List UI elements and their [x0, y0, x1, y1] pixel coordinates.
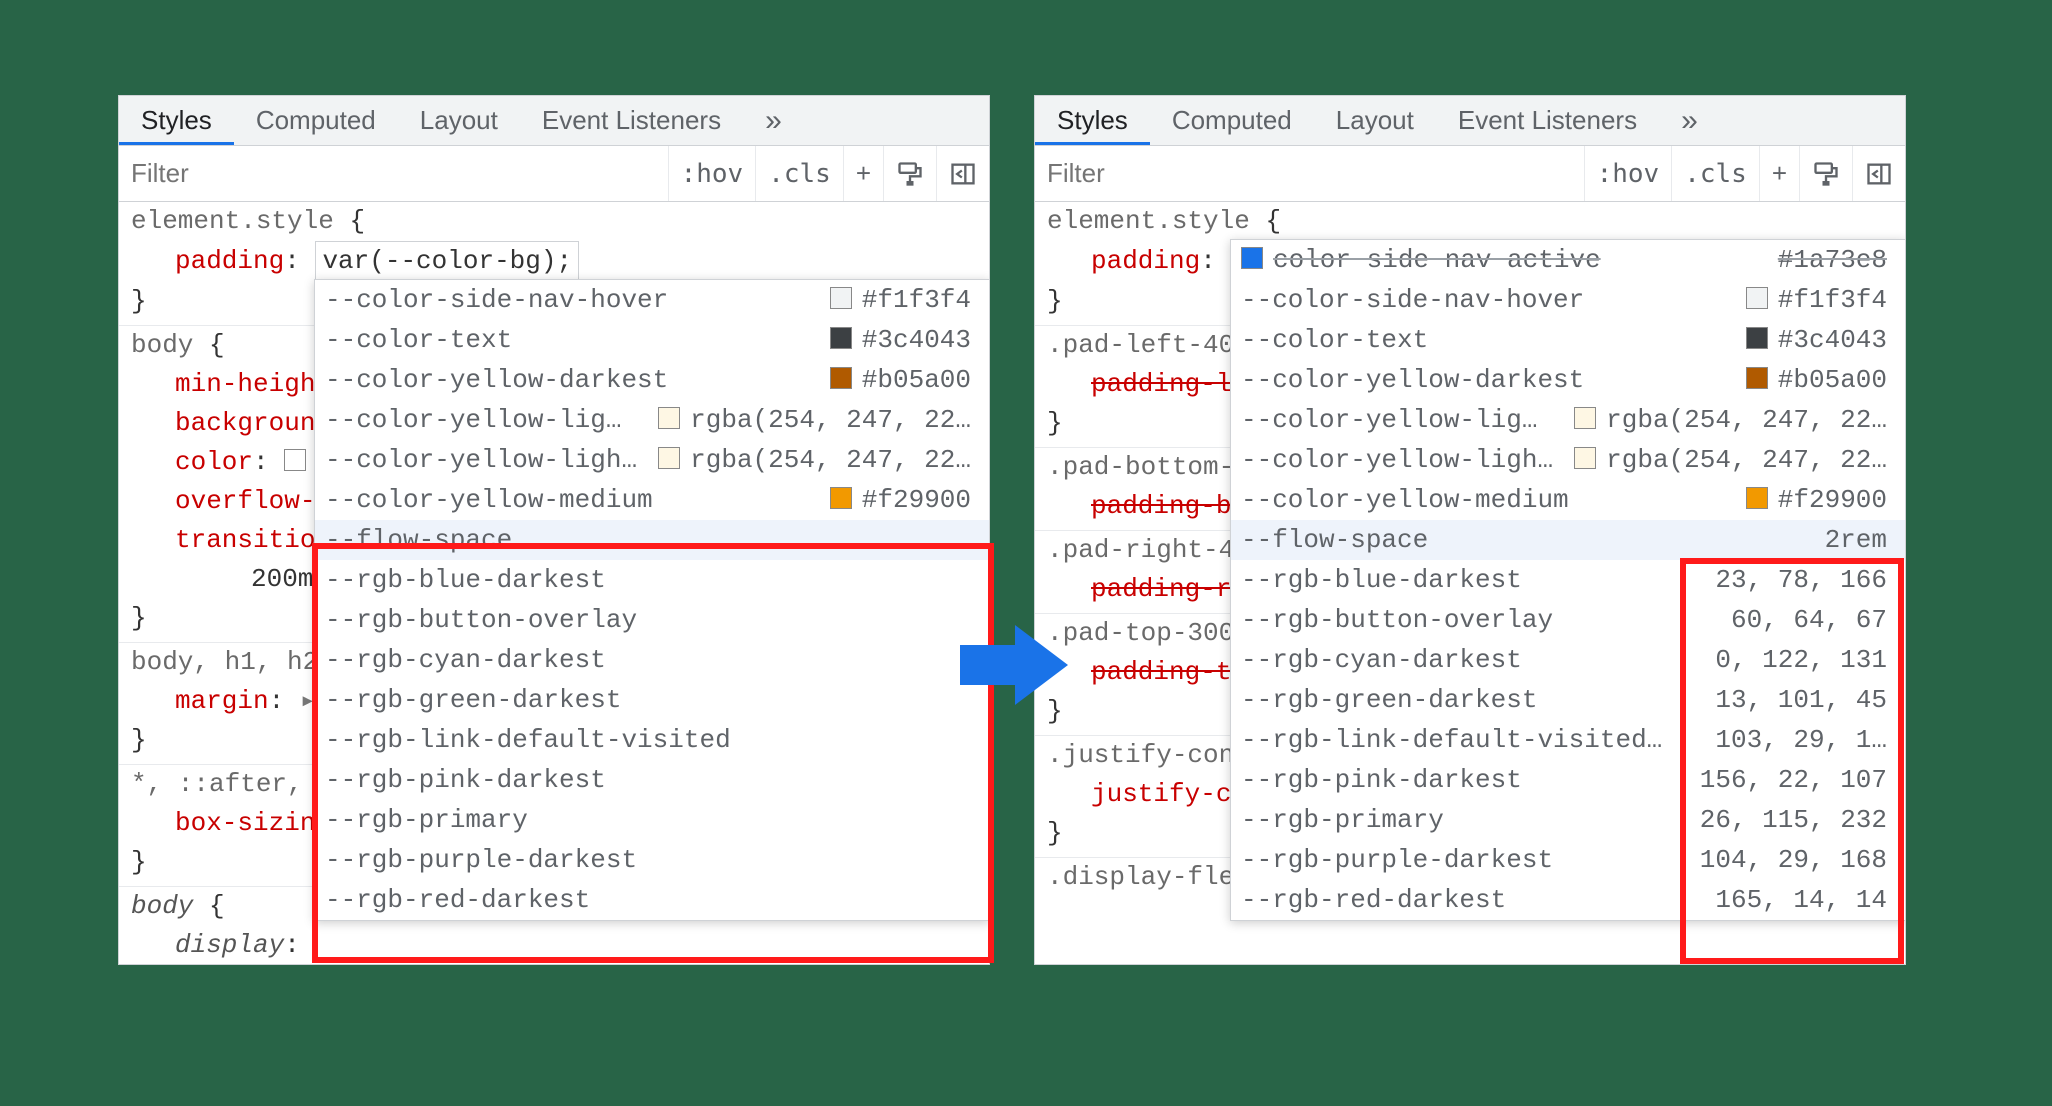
autocomplete-item[interactable]: --color-yellow-ligh… rgba(254, 247, 22…: [1231, 440, 1905, 480]
tab-event-listeners[interactable]: Event Listeners: [520, 96, 743, 145]
devtools-tabs: Styles Computed Layout Event Listeners »: [119, 96, 989, 146]
autocomplete-item[interactable]: --rgb-link-default-visited: [315, 720, 989, 760]
autocomplete-dropdown[interactable]: color side nav active #1a73e8 --color-si…: [1230, 239, 1905, 921]
autocomplete-item[interactable]: --rgb-button-overlay: [315, 600, 989, 640]
autocomplete-dropdown[interactable]: --color-side-nav-hover #f1f3f4 --color-t…: [314, 279, 989, 921]
autocomplete-item[interactable]: --rgb-primary: [315, 800, 989, 840]
autocomplete-item[interactable]: --flow-space: [315, 520, 989, 560]
autocomplete-item[interactable]: --rgb-blue-darkest: [315, 560, 989, 600]
styles-filter-input[interactable]: [119, 146, 668, 201]
tab-layout[interactable]: Layout: [398, 96, 520, 145]
autocomplete-item[interactable]: --rgb-green-darkest 13, 101, 45: [1231, 680, 1905, 720]
autocomplete-item[interactable]: --rgb-blue-darkest 23, 78, 166: [1231, 560, 1905, 600]
autocomplete-item[interactable]: --color-yellow-darkest #b05a00: [1231, 360, 1905, 400]
autocomplete-item[interactable]: --color-side-nav-hover #f1f3f4: [1231, 280, 1905, 320]
autocomplete-item[interactable]: --color-yellow-lig… rgba(254, 247, 22…: [315, 400, 989, 440]
autocomplete-item[interactable]: --color-side-nav-hover #f1f3f4: [315, 280, 989, 320]
autocomplete-item[interactable]: --color-yellow-medium #f29900: [315, 480, 989, 520]
tab-computed[interactable]: Computed: [1150, 96, 1314, 145]
devtools-tabs: Styles Computed Layout Event Listeners »: [1035, 96, 1905, 146]
autocomplete-item[interactable]: --rgb-pink-darkest 156, 22, 107: [1231, 760, 1905, 800]
styles-toolbar: :hov .cls +: [1035, 146, 1905, 202]
tab-more-icon[interactable]: »: [743, 96, 804, 145]
paint-tool-icon[interactable]: [1799, 146, 1852, 201]
autocomplete-item[interactable]: --color-text #3c4043: [315, 320, 989, 360]
autocomplete-item[interactable]: --rgb-pink-darkest: [315, 760, 989, 800]
autocomplete-item[interactable]: --color-yellow-darkest #b05a00: [315, 360, 989, 400]
autocomplete-item[interactable]: --rgb-purple-darkest 104, 29, 168: [1231, 840, 1905, 880]
tab-event-listeners[interactable]: Event Listeners: [1436, 96, 1659, 145]
cls-toggle[interactable]: .cls: [1671, 146, 1759, 201]
rules-list-left: element.style { padding: var(--color-bg)…: [119, 202, 989, 964]
autocomplete-item[interactable]: --rgb-link-default-visited… 103, 29, 1…: [1231, 720, 1905, 760]
autocomplete-item[interactable]: --color-yellow-lig… rgba(254, 247, 22…: [1231, 400, 1905, 440]
tab-layout[interactable]: Layout: [1314, 96, 1436, 145]
tab-styles[interactable]: Styles: [1035, 96, 1150, 145]
autocomplete-item[interactable]: --rgb-button-overlay 60, 64, 67: [1231, 600, 1905, 640]
autocomplete-item[interactable]: --flow-space 2rem: [1231, 520, 1905, 560]
rules-list-right: element.style { padding: var(--color-bg)…: [1035, 202, 1905, 964]
autocomplete-item[interactable]: --color-yellow-ligh… rgba(254, 247, 22…: [315, 440, 989, 480]
autocomplete-item[interactable]: --rgb-primary 26, 115, 232: [1231, 800, 1905, 840]
autocomplete-item[interactable]: --rgb-red-darkest: [315, 880, 989, 920]
styles-filter-input[interactable]: [1035, 146, 1584, 201]
autocomplete-item[interactable]: --color-yellow-medium #f29900: [1231, 480, 1905, 520]
color-swatch[interactable]: [284, 449, 306, 471]
styles-toolbar: :hov .cls +: [119, 146, 989, 202]
css-value-editor[interactable]: var(--color-bg);: [315, 241, 579, 282]
sidebar-toggle-icon[interactable]: [936, 146, 989, 201]
paint-tool-icon[interactable]: [883, 146, 936, 201]
new-style-rule-button[interactable]: +: [1759, 146, 1799, 201]
tab-styles[interactable]: Styles: [119, 96, 234, 145]
autocomplete-item[interactable]: --rgb-cyan-darkest 0, 122, 131: [1231, 640, 1905, 680]
autocomplete-item[interactable]: --color-text #3c4043: [1231, 320, 1905, 360]
devtools-styles-panel-left: Styles Computed Layout Event Listeners »…: [118, 95, 990, 965]
autocomplete-item[interactable]: --rgb-red-darkest 165, 14, 14: [1231, 880, 1905, 920]
tab-computed[interactable]: Computed: [234, 96, 398, 145]
sidebar-toggle-icon[interactable]: [1852, 146, 1905, 201]
autocomplete-item[interactable]: --rgb-green-darkest: [315, 680, 989, 720]
hov-toggle[interactable]: :hov: [1584, 146, 1672, 201]
new-style-rule-button[interactable]: +: [843, 146, 883, 201]
tab-more-icon[interactable]: »: [1659, 96, 1720, 145]
cls-toggle[interactable]: .cls: [755, 146, 843, 201]
hov-toggle[interactable]: :hov: [668, 146, 756, 201]
autocomplete-item[interactable]: --rgb-cyan-darkest: [315, 640, 989, 680]
autocomplete-item[interactable]: color side nav active #1a73e8: [1231, 240, 1905, 280]
arrow-icon: [960, 620, 1070, 715]
devtools-styles-panel-right: Styles Computed Layout Event Listeners »…: [1034, 95, 1906, 965]
autocomplete-item[interactable]: --rgb-purple-darkest: [315, 840, 989, 880]
